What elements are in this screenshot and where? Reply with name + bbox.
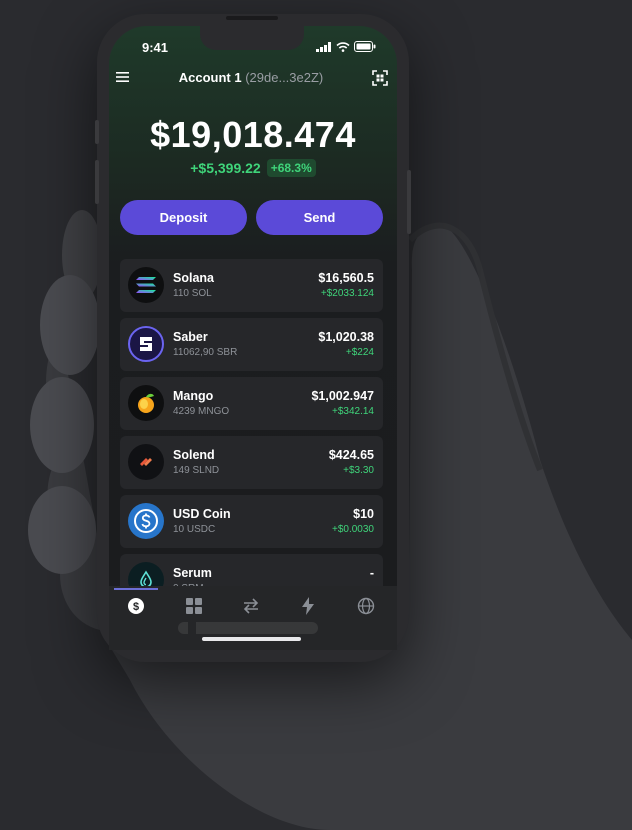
lightning-icon xyxy=(302,597,314,615)
token-change: +$3.30 xyxy=(343,465,374,476)
mango-icon xyxy=(128,385,164,421)
account-address: (29de...3e2Z) xyxy=(245,70,324,85)
wallet-icon: $ xyxy=(128,598,144,614)
usdc-icon xyxy=(128,503,164,539)
solana-icon xyxy=(128,267,164,303)
token-row-solend[interactable]: Solend 149 SLND $424.65 +$3.30 xyxy=(120,436,383,489)
signal-icon xyxy=(316,41,331,52)
tab-swap[interactable] xyxy=(241,596,261,616)
token-row-mango[interactable]: Mango 4239 MNGO $1,002.947 +$342.14 xyxy=(120,377,383,430)
saber-icon xyxy=(128,326,164,362)
phone-button xyxy=(407,170,411,234)
qr-scan-icon[interactable] xyxy=(372,70,388,86)
token-value: $1,002.947 xyxy=(311,389,374,403)
status-icons xyxy=(316,41,376,52)
token-value: - xyxy=(369,566,374,580)
balance-change: +$5,399.22 +68.3% xyxy=(109,159,397,177)
status-time: 9:41 xyxy=(142,40,169,55)
token-quantity: 4239 MNGO xyxy=(173,406,230,417)
account-name: Account 1 xyxy=(178,70,242,85)
token-name: Solana xyxy=(173,271,214,285)
token-quantity: 11062,90 SBR xyxy=(173,347,238,358)
token-value: $16,560.5 xyxy=(318,271,374,285)
send-button[interactable]: Send xyxy=(256,200,383,235)
token-row-saber[interactable]: Saber 11062,90 SBR $1,020.38 +$224 xyxy=(120,318,383,371)
solend-icon xyxy=(128,444,164,480)
token-row-usdc[interactable]: USD Coin 10 USDC $10 +$0.0030 xyxy=(120,495,383,548)
svg-text:$: $ xyxy=(133,601,139,613)
token-row-solana[interactable]: Solana 110 SOL $16,560.5 +$2033.124 xyxy=(120,259,383,312)
swap-icon xyxy=(243,598,259,614)
tab-browser[interactable] xyxy=(356,596,376,616)
wifi-icon xyxy=(336,41,350,52)
tab-activity[interactable] xyxy=(298,596,318,616)
token-quantity: 10 USDC xyxy=(173,524,216,535)
token-change: +$342.14 xyxy=(332,406,374,417)
token-value: $10 xyxy=(353,507,374,521)
token-name: USD Coin xyxy=(173,507,231,521)
token-change: +$224 xyxy=(345,347,374,358)
token-quantity: 149 SLND xyxy=(173,465,220,476)
phone-speaker xyxy=(226,16,278,20)
token-value: $1,020.38 xyxy=(318,330,374,344)
globe-icon xyxy=(357,597,375,615)
change-amount: +$5,399.22 xyxy=(190,160,261,176)
tab-wallet[interactable]: $ xyxy=(126,596,146,616)
token-name: Solend xyxy=(173,448,215,462)
active-tab-indicator xyxy=(114,588,158,590)
battery-icon xyxy=(354,41,376,52)
token-name: Mango xyxy=(173,389,214,403)
home-indicator[interactable] xyxy=(202,637,301,641)
apps-grid-icon xyxy=(186,598,202,614)
token-change: +$0.0030 xyxy=(332,524,374,535)
account-selector[interactable]: Account 1 (29de...3e2Z) xyxy=(140,70,362,85)
phone-button xyxy=(95,120,99,144)
token-quantity: 110 SOL xyxy=(173,288,212,299)
phone-notch xyxy=(200,26,304,50)
token-value: $424.65 xyxy=(328,448,374,462)
menu-icon[interactable] xyxy=(116,70,130,84)
phone-button xyxy=(95,160,99,204)
tab-apps[interactable] xyxy=(184,596,204,616)
change-percent-badge: +68.3% xyxy=(266,159,316,177)
faded-background-row xyxy=(178,622,318,634)
token-change: +$2033.124 xyxy=(320,288,374,299)
total-balance: $19,018.474 xyxy=(150,114,356,155)
token-name: Saber xyxy=(173,330,208,344)
token-name: Serum xyxy=(173,566,212,580)
deposit-button[interactable]: Deposit xyxy=(120,200,247,235)
